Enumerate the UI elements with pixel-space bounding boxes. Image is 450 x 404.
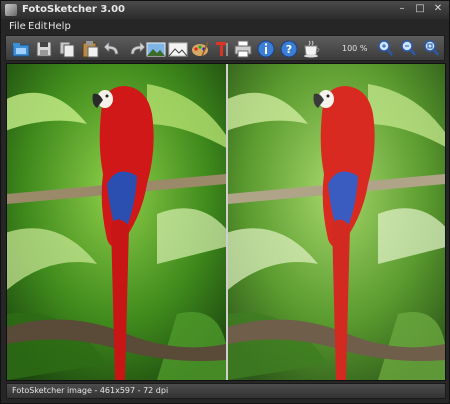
- app-logo-icon: [5, 4, 17, 16]
- painted-parrot-image: [228, 64, 445, 380]
- image-canvas[interactable]: [6, 63, 446, 381]
- toolbar: ? 100 %: [5, 35, 445, 61]
- close-button[interactable]: ✕: [431, 3, 445, 16]
- parrot-photo: [7, 64, 226, 380]
- drawn-landscape-icon[interactable]: [168, 39, 188, 59]
- zoom-out-icon[interactable]: [399, 39, 419, 59]
- app-window: FotoSketcher 3.00 – □ ✕ File Edit Help ?…: [0, 0, 450, 404]
- help-icon[interactable]: ?: [279, 39, 299, 59]
- effect-preview-pane: [228, 64, 445, 380]
- original-image-pane: [7, 64, 226, 380]
- undo-icon[interactable]: [103, 39, 123, 59]
- zoom-level: 100 %: [342, 44, 368, 53]
- maximize-button[interactable]: □: [413, 3, 427, 16]
- menu-help[interactable]: Help: [48, 21, 71, 32]
- landscape-photo-icon[interactable]: [146, 39, 166, 59]
- coffee-icon[interactable]: [302, 39, 322, 59]
- info-icon[interactable]: [256, 39, 276, 59]
- paste-icon[interactable]: [80, 39, 100, 59]
- title-bar[interactable]: FotoSketcher 3.00 – □ ✕: [1, 1, 449, 19]
- menu-edit[interactable]: Edit: [28, 21, 47, 32]
- zoom-fit-icon[interactable]: [422, 39, 442, 59]
- copy-icon[interactable]: [57, 39, 77, 59]
- minimize-button[interactable]: –: [395, 3, 409, 16]
- palette-icon[interactable]: [190, 39, 210, 59]
- status-bar: FotoSketcher image - 461x597 - 72 dpi: [6, 383, 446, 399]
- text-icon[interactable]: [212, 39, 232, 59]
- zoom-in-icon[interactable]: [376, 39, 396, 59]
- svg-text:?: ?: [286, 43, 292, 56]
- redo-icon[interactable]: [126, 39, 146, 59]
- print-icon[interactable]: [233, 39, 253, 59]
- window-title: FotoSketcher 3.00: [22, 4, 126, 15]
- status-text: FotoSketcher image - 461x597 - 72 dpi: [12, 386, 169, 395]
- open-icon[interactable]: [11, 39, 31, 59]
- menu-bar: File Edit Help: [1, 19, 449, 35]
- save-icon[interactable]: [34, 39, 54, 59]
- menu-file[interactable]: File: [9, 21, 26, 32]
